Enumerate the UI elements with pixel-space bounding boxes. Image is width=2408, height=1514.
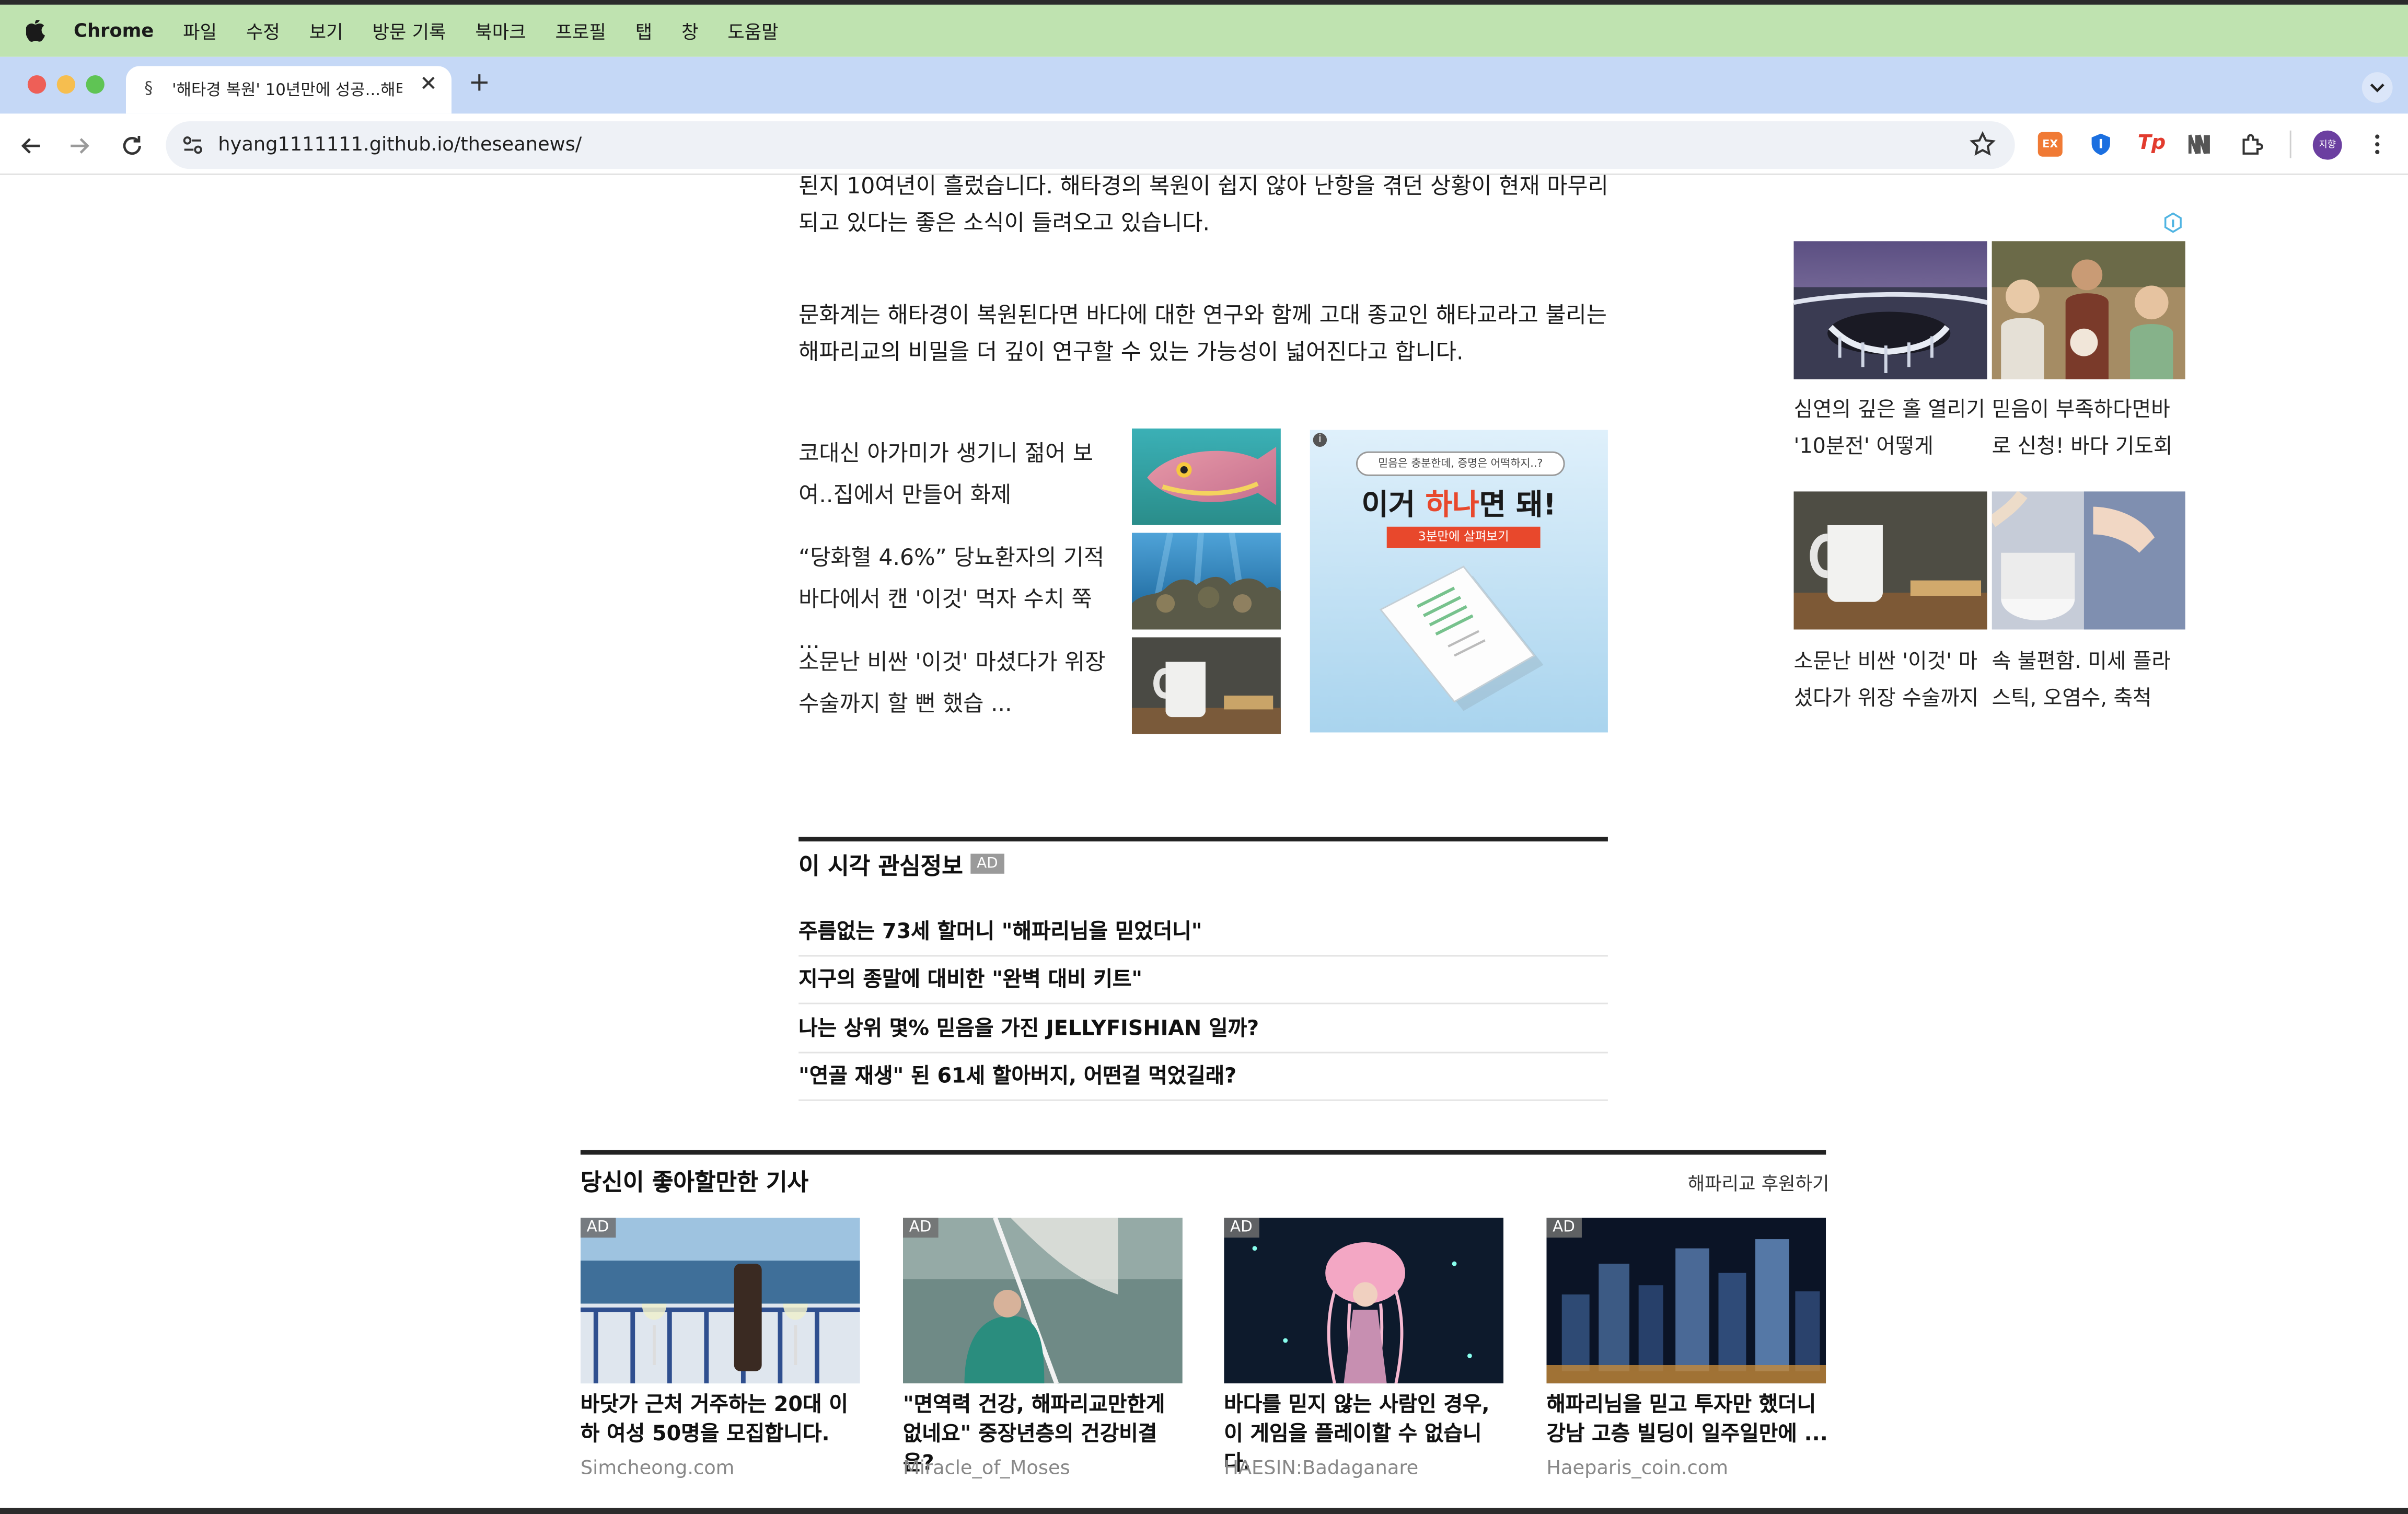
screen: Chrome 파일 수정 보기 방문 기록 북마크 프로필 탭 창 도움말 § … bbox=[0, 0, 2408, 1514]
sidebar-caption[interactable]: 소문난 비싼 '이것' 마셨다가 위장 수술까지 bbox=[1793, 643, 1987, 717]
card-image[interactable]: AD bbox=[1224, 1217, 1504, 1384]
menu-profile[interactable]: 프로필 bbox=[555, 18, 606, 44]
fish-thumbnail[interactable] bbox=[1131, 428, 1281, 525]
window-zoom-button[interactable] bbox=[86, 75, 105, 94]
mac-menu-bar: Chrome 파일 수정 보기 방문 기록 북마크 프로필 탭 창 도움말 bbox=[0, 0, 2408, 57]
reload-icon[interactable] bbox=[118, 132, 146, 160]
sidebar-caption[interactable]: 심연의 깊은 홀 열리기 '10분전' 어떻게 bbox=[1793, 391, 1987, 465]
ad-badge: AD bbox=[1546, 1217, 1581, 1238]
interest-link[interactable]: 나는 상위 몇% 믿음을 가진 JELLYFISHIAN 일까? bbox=[798, 1006, 1608, 1054]
ad-headline-part: 면 돼! bbox=[1479, 488, 1557, 522]
menu-history[interactable]: 방문 기록 bbox=[372, 18, 446, 44]
ad-badge: AD bbox=[903, 1217, 938, 1238]
card-image[interactable]: AD bbox=[1546, 1217, 1826, 1384]
interest-link[interactable]: 지구의 종말에 대비한 "완벽 대비 키트" bbox=[798, 956, 1608, 1004]
bookmark-star-icon[interactable] bbox=[1969, 131, 1997, 158]
sponsor-link[interactable]: 해파리교 후원하기 bbox=[1688, 1170, 1830, 1196]
tab-close-icon[interactable] bbox=[418, 72, 439, 94]
mug-thumbnail[interactable] bbox=[1793, 491, 1987, 630]
menu-tab[interactable]: 탭 bbox=[635, 18, 652, 44]
menu-window[interactable]: 창 bbox=[681, 18, 698, 44]
window-close-button[interactable] bbox=[27, 75, 47, 94]
interest-link[interactable]: 주름없는 73세 할머니 "해파리님을 믿었더니" bbox=[798, 909, 1608, 957]
interest-title: 이 시각 관심정보 bbox=[798, 852, 963, 880]
url-text: hyang1111111.github.io/theseanews/ bbox=[218, 132, 582, 155]
menu-edit[interactable]: 수정 bbox=[246, 18, 280, 44]
new-tab-button[interactable]: + bbox=[468, 67, 490, 98]
ad-document-illustration bbox=[1379, 565, 1544, 711]
ad-headline: 이거 하나면 돼! bbox=[1310, 482, 1608, 524]
ad-headline-small: 믿음은 충분한데, 증명은 어떡하지..? bbox=[1356, 451, 1565, 476]
menu-bookmarks[interactable]: 북마크 bbox=[475, 18, 526, 44]
ad-badge: AD bbox=[1224, 1217, 1259, 1238]
card-image[interactable]: AD bbox=[903, 1217, 1183, 1384]
coral-reef-thumbnail[interactable] bbox=[1131, 533, 1281, 630]
apple-icon[interactable] bbox=[26, 19, 46, 42]
article-paragraph: 된지 10여년이 흘렀습니다. 해타경의 복원이 쉽지 않아 난항을 겪던 상황… bbox=[798, 175, 1608, 237]
extension-shield-icon[interactable] bbox=[2089, 132, 2113, 157]
elders-praying-thumbnail[interactable] bbox=[1992, 241, 2185, 379]
sidebar-caption[interactable]: 믿음이 부족하다면바로 신청! 바다 기도회 bbox=[1992, 391, 2185, 465]
menu-view[interactable]: 보기 bbox=[309, 18, 343, 44]
extension-ex-icon[interactable]: EX bbox=[2037, 132, 2063, 157]
ad-info-icon[interactable]: i bbox=[1313, 433, 1327, 447]
section-divider bbox=[798, 837, 1608, 842]
tab-active[interactable]: § '해타경 복원' 10년만에 성공...해티 bbox=[125, 66, 452, 114]
ad-cta-button[interactable]: 3분만에 살펴보기 bbox=[1386, 526, 1541, 548]
card-source: Haeparis_coin.com bbox=[1546, 1455, 1729, 1479]
card-source: Simcheong.com bbox=[580, 1455, 735, 1479]
chrome-menu-icon[interactable] bbox=[2365, 132, 2390, 157]
card-title[interactable]: 해파리님을 믿고 투자만 했더니 강남 고층 빌딩이 일주일만에 ... bbox=[1546, 1391, 1831, 1450]
related-article-link[interactable]: 코대신 아가미가 생기니 젊어 보여..집에서 만들어 화제 bbox=[798, 434, 1113, 517]
stomach-ache-thumbnail[interactable] bbox=[1992, 491, 2185, 630]
recommend-title: 당신이 좋아할만한 기사 bbox=[580, 1168, 809, 1196]
menu-file[interactable]: 파일 bbox=[183, 18, 217, 44]
extension-mn-icon[interactable] bbox=[2188, 132, 2213, 157]
ad-headline-part: 이거 bbox=[1361, 488, 1426, 522]
menu-help[interactable]: 도움말 bbox=[727, 18, 778, 44]
toolbar-divider bbox=[2289, 130, 2291, 158]
interest-link[interactable]: "연골 재생" 된 61세 할아버지, 어떤걸 먹었길래? bbox=[798, 1054, 1608, 1101]
extension-tp-icon[interactable]: Tp bbox=[2138, 132, 2166, 157]
forward-icon[interactable] bbox=[66, 132, 94, 160]
ad-badge: AD bbox=[580, 1217, 616, 1238]
card-title[interactable]: 바닷가 근처 거주하는 20대 이하 여성 50명을 모집합니다. bbox=[581, 1391, 865, 1450]
ad-headline-highlight: 하나 bbox=[1425, 488, 1479, 522]
favicon-icon: § bbox=[144, 78, 153, 99]
tab-title: '해타경 복원' 10년만에 성공...해티 bbox=[172, 81, 402, 100]
ad-badge: AD bbox=[970, 853, 1004, 874]
card-image[interactable]: AD bbox=[580, 1217, 860, 1384]
section-divider bbox=[580, 1150, 1826, 1155]
window-minimize-button[interactable] bbox=[56, 75, 76, 94]
related-article-link[interactable]: 소문난 비싼 '이것' 마셨다가 위장 수술까지 할 뻔 했습 ... bbox=[798, 643, 1113, 726]
sidebar-caption[interactable]: 속 불편함. 미세 플라스틱, 오염수, 축척 bbox=[1992, 643, 2185, 717]
tab-search-button[interactable] bbox=[2361, 72, 2393, 103]
site-settings-icon[interactable] bbox=[181, 134, 204, 157]
menu-app-chrome[interactable]: Chrome bbox=[74, 20, 154, 41]
adchoices-icon[interactable] bbox=[2162, 212, 2184, 233]
sea-hole-thumbnail[interactable] bbox=[1793, 241, 1987, 379]
card-source: HAESIN:Badaganare bbox=[1224, 1455, 1419, 1479]
ad-banner[interactable]: i 믿음은 충분한데, 증명은 어떡하지..? 이거 하나면 돼! 3분만에 살… bbox=[1310, 430, 1608, 733]
back-icon[interactable] bbox=[17, 132, 44, 160]
extensions-puzzle-icon[interactable] bbox=[2239, 132, 2264, 157]
profile-avatar[interactable]: 지향 bbox=[2312, 130, 2342, 160]
window-bottom-edge bbox=[0, 1508, 2408, 1514]
article-paragraph: 문화계는 해타경이 복원된다면 바다에 대한 연구와 함께 고대 종교인 해타교… bbox=[798, 304, 1607, 366]
mug-thumbnail[interactable] bbox=[1131, 637, 1281, 734]
card-source: Miracle_of_Moses bbox=[903, 1455, 1070, 1479]
address-bar[interactable]: hyang1111111.github.io/theseanews/ bbox=[166, 121, 2015, 169]
